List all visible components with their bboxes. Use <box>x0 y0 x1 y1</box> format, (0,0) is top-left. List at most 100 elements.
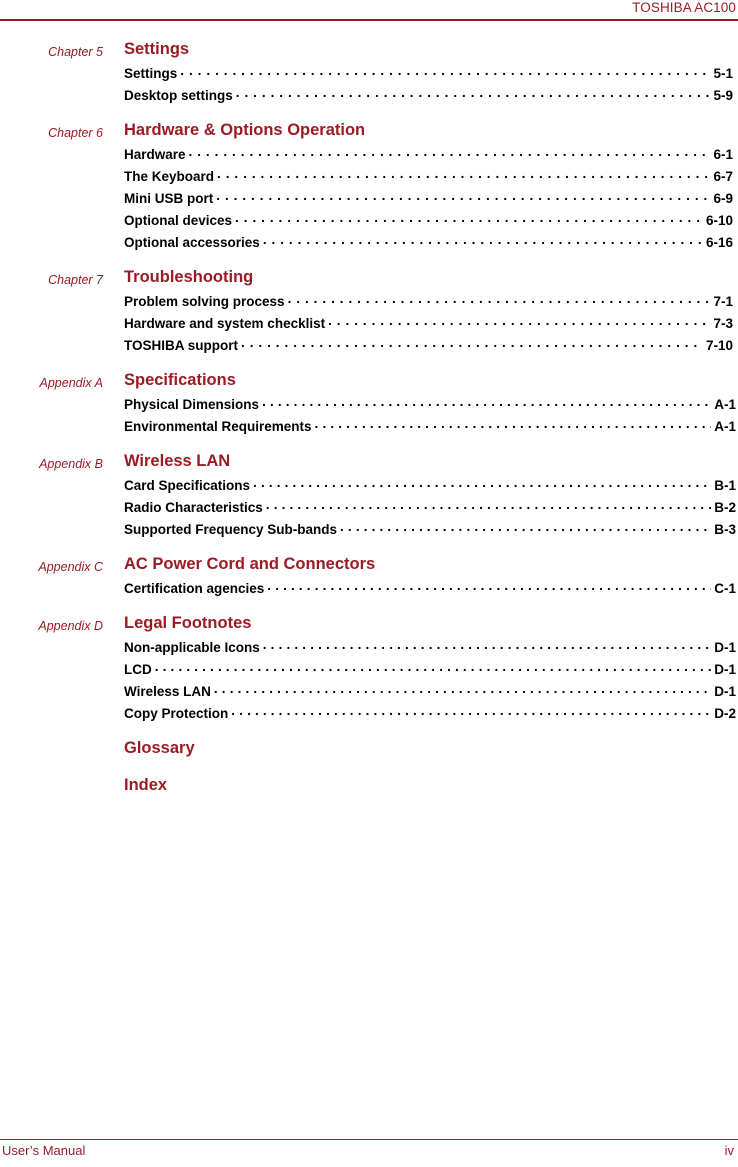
toc-entry-label: Certification agencies <box>124 581 265 596</box>
toc-dot-leader <box>236 86 711 100</box>
toc-entry-label: Environmental Requirements <box>124 419 312 434</box>
table-of-contents: Chapter 5 Settings Settings 5-1 Desktop sett… <box>0 40 738 813</box>
toc-dot-leader <box>263 233 703 247</box>
toc-entry[interactable]: Radio Characteristics B-2 <box>124 498 736 520</box>
toc-dot-leader <box>231 704 711 718</box>
toc-group-heading[interactable]: Appendix A Specifications <box>0 371 738 395</box>
toc-group-heading[interactable]: Chapter 5 Settings <box>0 40 738 64</box>
toc-entry-page-number: B-3 <box>714 522 736 537</box>
toc-dot-leader <box>288 292 711 306</box>
toc-entry-label: Hardware <box>124 147 186 162</box>
toc-entry[interactable]: Hardware and system checklist 7-3 <box>124 314 733 336</box>
toc-group-label: Appendix A <box>39 376 103 390</box>
toc-entry[interactable]: Supported Frequency Sub-bands B-3 <box>124 520 736 542</box>
toc-entry[interactable]: Optional accessories 6-16 <box>124 233 733 255</box>
toc-group-title[interactable]: Specifications <box>124 371 236 390</box>
toc-group-label: Chapter 6 <box>48 126 103 140</box>
toc-entry-label: Non-applicable Icons <box>124 640 260 655</box>
toc-dot-leader <box>328 314 710 328</box>
toc-dot-leader <box>253 476 711 490</box>
toc-entry-label: Wireless LAN <box>124 684 211 699</box>
toc-group: Chapter 7 Troubleshooting Problem solving … <box>0 268 738 358</box>
toc-entry-page-number: D-1 <box>714 662 736 677</box>
toc-entry-label: Supported Frequency Sub-bands <box>124 522 338 537</box>
toc-dot-leader <box>155 660 711 674</box>
toc-group-heading[interactable]: Appendix C AC Power Cord and Connectors <box>0 555 738 579</box>
toc-entry-page-number: A-1 <box>714 419 736 434</box>
toc-group-title[interactable]: Hardware & Options Operation <box>124 121 365 140</box>
toc-group-heading[interactable]: Appendix D Legal Footnotes <box>0 614 738 638</box>
toc-group-heading[interactable]: Chapter 7 Troubleshooting <box>0 268 738 292</box>
toc-entry-page-number: B-1 <box>714 478 736 493</box>
toc-entry-label: TOSHIBA support <box>124 338 238 353</box>
toc-entry[interactable]: Desktop settings 5-9 <box>124 86 733 108</box>
toc-group-label: Chapter 7 <box>48 273 103 287</box>
toc-entry[interactable]: Environmental Requirements A-1 <box>124 417 736 439</box>
toc-standalone-heading[interactable]: Index <box>0 776 738 800</box>
toc-group: Appendix B Wireless LAN Card Specification… <box>0 452 738 542</box>
toc-entry-page-number: 6-16 <box>705 235 733 250</box>
header-divider <box>0 19 738 21</box>
toc-entry-page-number: 7-10 <box>705 338 733 353</box>
toc-group-title[interactable]: Troubleshooting <box>124 268 253 287</box>
toc-group-title[interactable]: Settings <box>124 40 189 59</box>
toc-entry[interactable]: TOSHIBA support 7-10 <box>124 336 733 358</box>
toc-entry[interactable]: LCD D-1 <box>124 660 736 682</box>
toc-dot-leader <box>214 682 711 696</box>
toc-entry[interactable]: Mini USB port 6-9 <box>124 189 733 211</box>
page-footer: User’s Manual iv <box>0 1139 738 1167</box>
page-header: TOSHIBA AC100 <box>0 0 738 22</box>
footer-page-number: iv <box>724 1143 734 1158</box>
toc-entry-page-number: 6-1 <box>713 147 733 162</box>
toc-entry[interactable]: Physical Dimensions A-1 <box>124 395 736 417</box>
toc-entry-label: Radio Characteristics <box>124 500 263 515</box>
toc-dot-leader <box>180 64 710 78</box>
toc-entry-page-number: B-2 <box>714 500 736 515</box>
toc-entry[interactable]: Hardware 6-1 <box>124 145 733 167</box>
toc-entry-label: Hardware and system checklist <box>124 316 326 331</box>
toc-entry-label: Card Specifications <box>124 478 251 493</box>
toc-group-heading[interactable]: Appendix B Wireless LAN <box>0 452 738 476</box>
toc-entry[interactable]: Optional devices 6-10 <box>124 211 733 233</box>
toc-entry[interactable]: Settings 5-1 <box>124 64 733 86</box>
toc-entry[interactable]: Non-applicable Icons D-1 <box>124 638 736 660</box>
footer-document-label: User’s Manual <box>2 1143 86 1158</box>
toc-group-title[interactable]: AC Power Cord and Connectors <box>124 555 375 574</box>
toc-group-label: Appendix D <box>38 619 103 633</box>
toc-group-title[interactable]: Wireless LAN <box>124 452 230 471</box>
toc-entry-page-number: 7-3 <box>713 316 733 331</box>
toc-group-title[interactable]: Legal Footnotes <box>124 614 251 633</box>
toc-entry-label: Mini USB port <box>124 191 214 206</box>
toc-dot-leader <box>262 395 711 409</box>
toc-entry[interactable]: The Keyboard 6-7 <box>124 167 733 189</box>
toc-standalone-title[interactable]: Glossary <box>124 739 195 758</box>
toc-entry-label: Physical Dimensions <box>124 397 260 412</box>
toc-entry-page-number: 6-7 <box>713 169 733 184</box>
toc-entry-page-number: C-1 <box>714 581 736 596</box>
toc-standalone-heading[interactable]: Glossary <box>0 739 738 763</box>
toc-dot-leader <box>235 211 703 225</box>
toc-dot-leader <box>267 579 711 593</box>
toc-group-label: Appendix C <box>38 560 103 574</box>
toc-entry[interactable]: Card Specifications B-1 <box>124 476 736 498</box>
toc-group: Chapter 6 Hardware & Options Operation Har… <box>0 121 738 255</box>
toc-group-label: Appendix B <box>39 457 103 471</box>
toc-entry[interactable]: Problem solving process 7-1 <box>124 292 733 314</box>
toc-standalone-title[interactable]: Index <box>124 776 167 795</box>
toc-entry-page-number: A-1 <box>714 397 736 412</box>
toc-entry-label: Problem solving process <box>124 294 285 309</box>
toc-entry-label: The Keyboard <box>124 169 215 184</box>
toc-group-heading[interactable]: Chapter 6 Hardware & Options Operation <box>0 121 738 145</box>
toc-entry-page-number: 5-1 <box>713 66 733 81</box>
toc-entry[interactable]: Copy Protection D-2 <box>124 704 736 726</box>
toc-entry-label: Copy Protection <box>124 706 229 721</box>
footer-divider <box>0 1139 738 1140</box>
toc-dot-leader <box>189 145 711 159</box>
toc-entry-page-number: 6-10 <box>705 213 733 228</box>
toc-group: Chapter 5 Settings Settings 5-1 Desktop sett… <box>0 40 738 108</box>
toc-entry[interactable]: Certification agencies C-1 <box>124 579 736 601</box>
toc-dot-leader <box>315 417 712 431</box>
toc-dot-leader <box>216 189 710 203</box>
toc-entry[interactable]: Wireless LAN D-1 <box>124 682 736 704</box>
toc-group-label: Chapter 5 <box>48 45 103 59</box>
